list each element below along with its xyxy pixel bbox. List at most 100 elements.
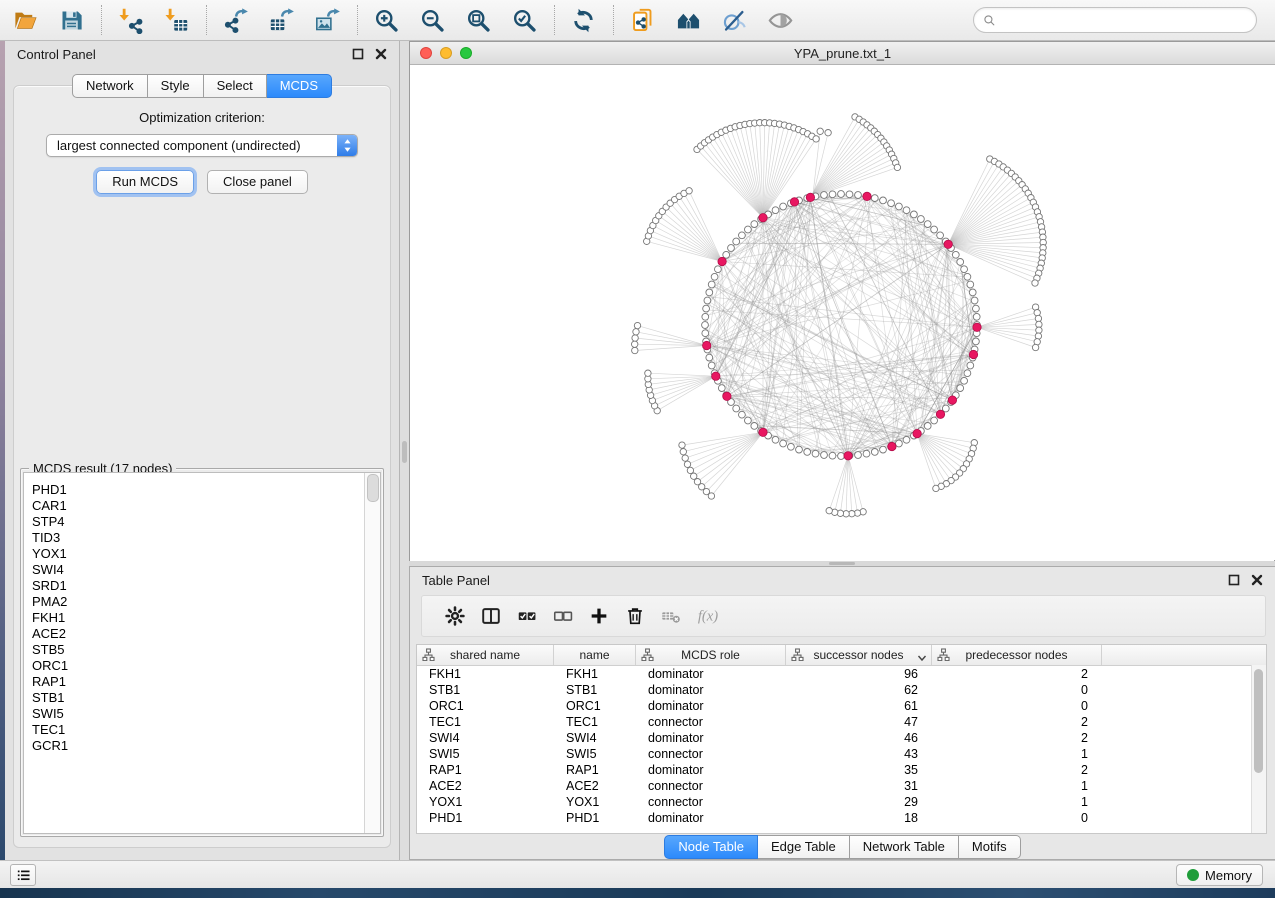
column-header-MCDS-role[interactable]: MCDS role	[636, 645, 786, 665]
table-row[interactable]: ORC1ORC1dominator610	[417, 698, 1266, 714]
float-table-panel-icon[interactable]	[1228, 574, 1240, 586]
add-icon	[588, 605, 610, 627]
hide-panels-button[interactable]	[717, 4, 751, 36]
add-button[interactable]	[581, 599, 617, 633]
close-panel-icon[interactable]	[375, 48, 387, 60]
horizontal-splitter-handle[interactable]	[829, 562, 855, 565]
cell-name: YOX1	[554, 795, 636, 809]
mcds-tab-content: Optimization criterion: largest connecte…	[13, 85, 391, 848]
table-tab-network-table[interactable]: Network Table	[850, 835, 959, 859]
table-panel-titlebar: Table Panel	[410, 567, 1275, 593]
zoom-out-button[interactable]	[415, 4, 449, 36]
table-row[interactable]: YOX1YOX1connector291	[417, 794, 1266, 810]
cell-MCDS-role: connector	[636, 715, 786, 729]
memory-button[interactable]: Memory	[1176, 864, 1263, 886]
table-tab-node-table[interactable]: Node Table	[664, 835, 758, 859]
tab-network[interactable]: Network	[72, 74, 148, 98]
vertical-splitter[interactable]	[400, 41, 409, 860]
tab-style[interactable]: Style	[148, 74, 204, 98]
mcds-result-item[interactable]: PMA2	[32, 594, 380, 610]
export-table-button[interactable]	[264, 4, 298, 36]
close-panel-button[interactable]: Close panel	[207, 170, 308, 194]
column-header-shared-name[interactable]: shared name	[417, 645, 554, 665]
search-box[interactable]	[973, 7, 1257, 33]
optimization-select[interactable]: largest connected component (undirected)	[46, 134, 358, 157]
mcds-result-item[interactable]: ACE2	[32, 626, 380, 642]
table-row[interactable]: RAP1RAP1dominator352	[417, 762, 1266, 778]
table-tab-edge-table[interactable]: Edge Table	[758, 835, 850, 859]
mcds-result-item[interactable]: SWI5	[32, 706, 380, 722]
mcds-result-item[interactable]: RAP1	[32, 674, 380, 690]
tab-select[interactable]: Select	[204, 74, 267, 98]
zoom-fit-button[interactable]	[461, 4, 495, 36]
import-table-icon	[163, 7, 190, 34]
delete-column-button	[653, 599, 689, 633]
mcds-result-item[interactable]: TEC1	[32, 722, 380, 738]
network-canvas[interactable]	[410, 65, 1274, 561]
mcds-result-list[interactable]: PHD1CAR1STP4TID3YOX1SWI4SRD1PMA2FKH1ACE2…	[23, 472, 381, 834]
mcds-result-item[interactable]: STB5	[32, 642, 380, 658]
deselect-all-button[interactable]	[545, 599, 581, 633]
open-file-button[interactable]	[8, 4, 42, 36]
search-input[interactable]	[1001, 12, 1247, 29]
status-bar: Memory	[0, 860, 1275, 888]
network-window-titlebar[interactable]: YPA_prune.txt_1	[410, 42, 1275, 65]
show-panels-button[interactable]	[763, 4, 797, 36]
table-row[interactable]: FKH1FKH1dominator962	[417, 666, 1266, 682]
column-header-filler	[1102, 645, 1266, 665]
mcds-result-item[interactable]: STP4	[32, 514, 380, 530]
mcds-result-item[interactable]: TID3	[32, 530, 380, 546]
mcds-result-item[interactable]: FKH1	[32, 610, 380, 626]
table-tab-motifs[interactable]: Motifs	[959, 835, 1021, 859]
close-table-panel-icon[interactable]	[1251, 574, 1263, 586]
export-network-icon	[222, 7, 249, 34]
cell-name: STB1	[554, 683, 636, 697]
result-scrollbar[interactable]	[364, 473, 380, 833]
cell-shared-name: STB1	[417, 683, 554, 697]
column-header-predecessor-nodes[interactable]: predecessor nodes	[932, 645, 1102, 665]
table-row[interactable]: TEC1TEC1connector472	[417, 714, 1266, 730]
cell-successor-nodes: 18	[786, 811, 932, 825]
share-document-button[interactable]	[625, 4, 659, 36]
mcds-result-item[interactable]: SRD1	[32, 578, 380, 594]
float-panel-icon[interactable]	[352, 48, 364, 60]
tab-mcds[interactable]: MCDS	[267, 74, 332, 98]
settings-icon	[444, 605, 466, 627]
zoom-in-button[interactable]	[369, 4, 403, 36]
table-row[interactable]: STB1STB1dominator620	[417, 682, 1266, 698]
cell-MCDS-role: dominator	[636, 763, 786, 777]
vertical-splitter-handle[interactable]	[402, 441, 407, 463]
table-row[interactable]: ACE2ACE2connector311	[417, 778, 1266, 794]
import-table-button[interactable]	[159, 4, 193, 36]
refresh-button[interactable]	[566, 4, 600, 36]
table-row[interactable]: SWI5SWI5connector431	[417, 746, 1266, 762]
table-scrollbar-thumb[interactable]	[1254, 669, 1263, 773]
mcds-result-item[interactable]: SWI4	[32, 562, 380, 578]
columns-button[interactable]	[473, 599, 509, 633]
result-scrollbar-thumb[interactable]	[367, 474, 379, 502]
mcds-result-item[interactable]: PHD1	[32, 482, 380, 498]
table-scrollbar[interactable]	[1251, 665, 1266, 833]
mcds-result-item[interactable]: GCR1	[32, 738, 380, 754]
column-header-successor-nodes[interactable]: successor nodes	[786, 645, 932, 665]
run-mcds-button[interactable]: Run MCDS	[96, 170, 194, 194]
task-history-button[interactable]	[10, 864, 36, 886]
mcds-result-item[interactable]: ORC1	[32, 658, 380, 674]
zoom-selected-button[interactable]	[507, 4, 541, 36]
save-session-button[interactable]	[54, 4, 88, 36]
import-network-button[interactable]	[113, 4, 147, 36]
search-network-button[interactable]	[671, 4, 705, 36]
mcds-result-item[interactable]: CAR1	[32, 498, 380, 514]
export-image-button[interactable]	[310, 4, 344, 36]
column-header-name[interactable]: name	[554, 645, 636, 665]
select-all-button[interactable]	[509, 599, 545, 633]
table-row[interactable]: PHD1PHD1dominator180	[417, 810, 1266, 826]
export-network-button[interactable]	[218, 4, 252, 36]
table-row[interactable]: SWI4SWI4dominator462	[417, 730, 1266, 746]
svg-text:f(x): f(x)	[698, 609, 718, 625]
delete-button[interactable]	[617, 599, 653, 633]
mcds-result-item[interactable]: STB1	[32, 690, 380, 706]
cell-shared-name: FKH1	[417, 667, 554, 681]
settings-button[interactable]	[437, 599, 473, 633]
mcds-result-item[interactable]: YOX1	[32, 546, 380, 562]
